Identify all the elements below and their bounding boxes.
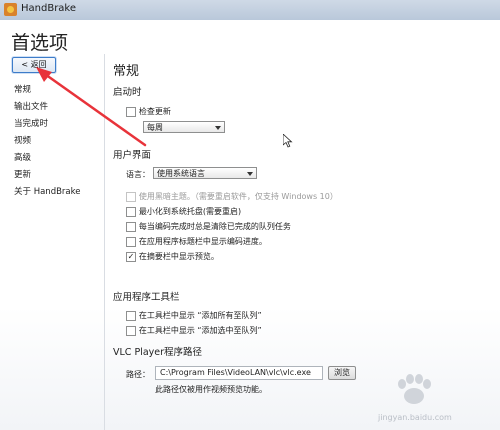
baidu-watermark: jingyan.baidu.com [378,368,452,422]
annotation-arrow [36,67,147,147]
watermark-url: jingyan.baidu.com [378,413,452,422]
baidu-paw-logo-icon [398,374,431,404]
